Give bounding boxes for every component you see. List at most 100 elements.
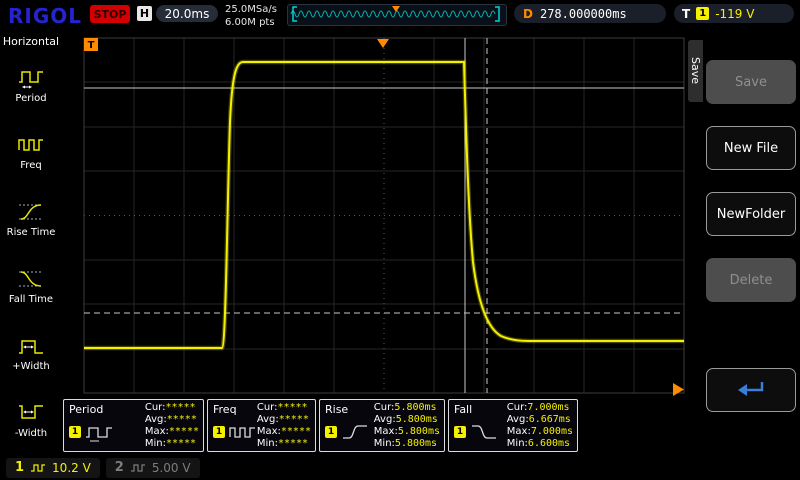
- trigger-level-value: -119 V: [715, 7, 754, 21]
- max-label: Max:: [374, 426, 398, 438]
- min-label: Min:: [374, 438, 395, 450]
- channel-badge: 1: [69, 426, 81, 438]
- menu-item-label: +Width: [12, 361, 49, 372]
- new-file-button-label: New File: [724, 141, 778, 156]
- cur-value: 7.000ms: [527, 402, 569, 414]
- avg-value: *****: [167, 414, 197, 426]
- menu-item-neg-width[interactable]: -Width: [0, 386, 62, 453]
- delete-button[interactable]: Delete: [706, 258, 796, 302]
- channel-2-scale: 5.00 V: [152, 461, 191, 475]
- menu-item-label: Rise Time: [7, 227, 56, 238]
- measurement-values: Cur:7.000ms Avg:6.667ms Max:7.000ms Min:…: [507, 402, 573, 450]
- delay-value: 278.000000ms: [540, 7, 627, 21]
- channel-1-indicator[interactable]: 1 10.2 V: [6, 458, 100, 478]
- oscilloscope-screen: RIGOL STOP H 20.0ms 25.0MSa/s 6.00M pts …: [0, 0, 800, 480]
- min-value: *****: [166, 438, 196, 450]
- avg-value: 6.667ms: [529, 414, 571, 426]
- measurement-name: Fall: [454, 403, 472, 416]
- new-folder-button[interactable]: NewFolder: [706, 192, 796, 236]
- max-label: Max:: [257, 426, 281, 438]
- status-bar: 1 10.2 V 2 5.00 V: [0, 455, 800, 480]
- measurement-name: Freq: [213, 403, 237, 416]
- measurement-values: Cur:5.800ms Avg:5.800ms Max:5.800ms Min:…: [374, 402, 440, 450]
- min-value: 5.800ms: [395, 438, 437, 450]
- menu-item-pos-width[interactable]: +Width: [0, 319, 62, 386]
- new-file-button[interactable]: New File: [706, 126, 796, 170]
- channel-badge: 1: [213, 426, 225, 438]
- save-menu: Save Save New File NewFolder Delete: [688, 32, 800, 455]
- menu-tab-save[interactable]: Save: [688, 40, 703, 102]
- waveform-trace: [84, 62, 684, 348]
- menu-item-label: Freq: [20, 160, 41, 171]
- channel-2-indicator[interactable]: 2 5.00 V: [106, 458, 200, 478]
- measurement-panel-freq: Freq 1 Cur:***** Avg:***** Max:***** Min…: [207, 399, 316, 452]
- save-button[interactable]: Save: [706, 60, 796, 104]
- freq-icon: [18, 133, 44, 157]
- measurement-panel-rise: Rise 1 Cur:5.800ms Avg:5.800ms Max:5.800…: [319, 399, 445, 452]
- menu-item-label: -Width: [15, 428, 47, 439]
- max-value: *****: [169, 426, 199, 438]
- memory-trigger-marker-icon: [392, 6, 400, 12]
- waveform-display: T: [62, 32, 688, 399]
- rise-meas-icon: [341, 422, 369, 442]
- measurement-name: Period: [69, 403, 103, 416]
- trigger-t-marker[interactable]: T: [84, 38, 98, 51]
- menu-item-label: Period: [15, 93, 46, 104]
- avg-label: Avg:: [145, 414, 167, 426]
- menu-item-rise-time[interactable]: Rise Time: [0, 185, 62, 252]
- fall-time-icon: [18, 267, 44, 291]
- rigol-logo: RIGOL: [8, 4, 82, 28]
- channel-1-scale: 10.2 V: [52, 461, 91, 475]
- period-meas-icon: [85, 422, 115, 442]
- fall-meas-icon: [470, 422, 498, 442]
- menu-item-freq[interactable]: Freq: [0, 118, 62, 185]
- menu-tab-save-label: Save: [689, 57, 702, 84]
- waveform-glow: [84, 62, 684, 348]
- min-label: Min:: [145, 438, 166, 450]
- window-right-bracket-icon: [495, 7, 499, 21]
- avg-label: Avg:: [374, 414, 396, 426]
- channel-2-number: 2: [115, 460, 124, 475]
- measure-menu: Horizontal Period Freq Rise Time: [0, 32, 62, 455]
- min-value: *****: [278, 438, 308, 450]
- new-folder-button-label: NewFolder: [717, 207, 786, 222]
- channel-badge: 1: [325, 426, 337, 438]
- trigger-t-label: T: [682, 7, 690, 21]
- measurement-panel-fall: Fall 1 Cur:7.000ms Avg:6.667ms Max:7.000…: [448, 399, 578, 452]
- menu-item-period[interactable]: Period: [0, 51, 62, 118]
- max-value: 5.800ms: [398, 426, 440, 438]
- run-state-badge: STOP: [90, 5, 130, 23]
- channel-2-wave-icon: [130, 463, 146, 473]
- menu-item-fall-time[interactable]: Fall Time: [0, 252, 62, 319]
- min-value: 6.600ms: [528, 438, 570, 450]
- delay-marker-icon: [673, 383, 684, 396]
- delay-readout[interactable]: D 278.000000ms: [514, 4, 666, 23]
- menu-item-label: Fall Time: [9, 294, 53, 305]
- plus-width-icon: [18, 334, 44, 358]
- channel-badge: 1: [454, 426, 466, 438]
- graticule-svg: T: [62, 32, 688, 399]
- trigger-readout[interactable]: T 1 -119 V: [674, 4, 794, 23]
- max-value: 7.000ms: [531, 426, 573, 438]
- measure-menu-title: Horizontal: [0, 32, 62, 51]
- save-button-label: Save: [735, 75, 767, 90]
- cur-value: *****: [165, 402, 195, 414]
- channel-1-number: 1: [15, 460, 24, 475]
- avg-label: Avg:: [507, 414, 529, 426]
- memory-position-strip[interactable]: [287, 4, 507, 26]
- measurement-panel-period: Period 1 Cur:***** Avg:***** Max:***** M…: [63, 399, 204, 452]
- max-value: *****: [281, 426, 311, 438]
- cur-value: 5.800ms: [394, 402, 436, 414]
- trigger-t-marker-label: T: [88, 40, 95, 51]
- back-button[interactable]: [706, 368, 796, 412]
- cur-label: Cur:: [374, 402, 395, 414]
- horizontal-h-badge: H: [137, 6, 152, 21]
- minus-width-icon: [18, 401, 44, 425]
- return-arrow-icon: [734, 379, 768, 401]
- cur-label: Cur:: [257, 402, 278, 414]
- period-icon: [18, 66, 44, 90]
- timebase-readout[interactable]: 20.0ms: [156, 5, 218, 22]
- trigger-source-badge: 1: [696, 7, 709, 20]
- trigger-position-marker-icon[interactable]: [377, 39, 389, 48]
- cur-value: *****: [277, 402, 307, 414]
